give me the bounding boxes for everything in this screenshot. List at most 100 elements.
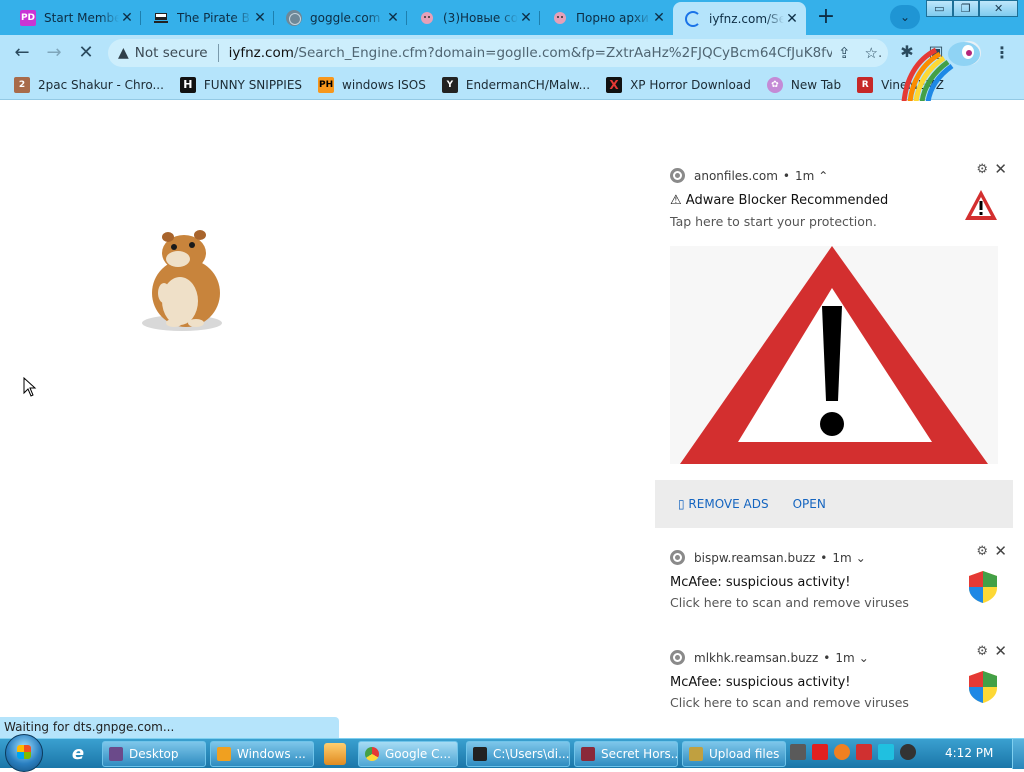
settings-gear-icon[interactable]: ⚙ [976,544,988,559]
close-icon[interactable]: ✕ [994,160,1007,178]
shield-icon [969,671,997,703]
tab-porno-archive[interactable]: Порно архи ✕ [540,3,673,32]
close-icon[interactable]: ✕ [994,542,1007,560]
show-desktop-button[interactable] [1012,739,1024,769]
back-button[interactable]: ← [8,39,36,67]
close-icon[interactable]: ✕ [518,10,534,26]
dancing-hamster-image [142,230,222,331]
bookmark-windows-isos[interactable]: PH windows ISOS [318,77,426,93]
tab-pirate-bay[interactable]: The Pirate B ✕ [141,3,274,32]
monitor-icon[interactable] [878,744,894,760]
chevron-down-icon[interactable]: ⌄ [859,651,869,665]
taskbar-item-label: C:\Users\di... [493,747,570,761]
system-tray [790,744,916,760]
notification-body: Click here to scan and remove viruses [670,695,909,710]
chrome-icon [365,747,379,761]
loading-spinner-icon [685,10,701,27]
taskbar-item-label: Desktop [129,747,179,761]
notification-source: bispw.reamsan.buzz [694,550,816,565]
bookmark-new-tab[interactable]: ✿ New Tab [766,77,842,93]
taskbar-item-desktop[interactable]: Desktop [102,741,206,767]
tab-start-members[interactable]: PD Start Membe ✕ [8,3,141,32]
chevron-down-icon[interactable]: ⌄ [856,551,866,565]
chrome-icon [670,550,685,565]
close-icon[interactable]: ✕ [119,10,135,26]
bookmark-2pac[interactable]: 2 2pac Shakur - Chro... [14,77,164,93]
bookmark-star-icon[interactable]: ☆ [865,44,878,62]
horse-icon [581,747,595,761]
notification-header: anonfiles.com • 1m ⌃ [670,168,828,183]
settings-gear-icon[interactable]: ⚙ [976,162,988,177]
taskbar-item-7zip[interactable]: C:\Users\di... [466,741,570,767]
bookmark-endermanch[interactable]: Y EndermanCH/Malw... [441,77,591,93]
notification-card[interactable]: mlkhk.reamsan.buzz • 1m ⌄ ⚙ ✕ McAfee: su… [655,638,1013,718]
clock[interactable]: 4:12 PM [945,746,993,760]
taskbar-item-windows[interactable]: Windows ... [210,741,314,767]
browser-toolbar: ← → ✕ ▲ Not secure iyfnz.com/Search_Engi… [0,35,1024,71]
close-icon[interactable]: ✕ [784,11,800,27]
bookmark-label: New Tab [790,78,842,92]
app-launcher-icon[interactable] [324,743,346,765]
bookmark-label: FUNNY SNIPPIES [203,78,303,92]
mouse-cursor-icon [23,377,37,397]
notification-card[interactable]: anonfiles.com • 1m ⌃ ⚙ ✕ ⚠ Adware Blocke… [655,156,1013,586]
tab-novye[interactable]: (3)Новые со ✕ [407,3,540,32]
close-icon[interactable]: ✕ [994,642,1007,660]
notification-header: mlkhk.reamsan.buzz • 1m ⌄ [670,650,869,665]
notification-title: McAfee: suspicious activity! [670,675,851,690]
desktop-icon [109,747,123,761]
v-icon[interactable] [812,744,828,760]
close-icon[interactable]: ✕ [252,10,268,26]
taskbar-item-label: Upload files [709,747,780,761]
start-button[interactable] [5,734,43,772]
remove-ads-button[interactable]: ▯ REMOVE ADS [678,497,769,511]
menu-icon[interactable]: ⋮ [992,41,1012,65]
vine-logo-icon: R [857,77,874,93]
network-icon[interactable] [790,744,806,760]
windows-taskbar: e Desktop Windows ... Google C... C:\Use… [0,734,1024,772]
search-icon[interactable] [834,744,850,760]
notification-actions: ▯ REMOVE ADS OPEN [655,480,1013,528]
volume-icon[interactable] [900,744,916,760]
settings-gear-icon[interactable]: ⚙ [976,644,988,659]
taskbar-item-secret-horse[interactable]: Secret Hors... [574,741,678,767]
notification-image [670,246,998,464]
security-status[interactable]: Not secure [135,45,208,61]
notification-body: Click here to scan and remove viruses [670,595,909,610]
divider [217,44,219,62]
close-icon[interactable]: ✕ [651,10,667,26]
internet-explorer-icon[interactable]: e [66,743,90,765]
share-icon[interactable]: ⇪ [838,44,851,62]
tab-search-button[interactable]: ⌄ [890,5,920,29]
window-controls: ▭ ❐ ✕ [926,0,1019,18]
close-icon[interactable]: ✕ [385,10,401,26]
new-tab-button[interactable]: + [812,4,840,30]
minimize-button[interactable]: ▭ [926,0,953,17]
bookmark-xp-horror[interactable]: X XP Horror Download [606,77,751,93]
pig-icon [419,10,435,26]
shield-icon [969,571,997,603]
chevron-up-icon[interactable]: ⌃ [818,169,828,183]
tab-goggle[interactable]: goggle.com ✕ [274,3,407,32]
open-button[interactable]: OPEN [793,497,826,511]
ph-logo-icon: PH [318,77,335,93]
warning-icon[interactable]: ▲ [118,45,129,61]
chrome-icon [670,168,685,183]
globe-icon [286,9,302,26]
maximize-button[interactable]: ❐ [952,0,980,17]
bookmark-label: 2pac Shakur - Chro... [38,78,164,92]
bookmark-label: XP Horror Download [630,78,751,92]
bookmark-label: EndermanCH/Malw... [465,78,591,92]
notification-card[interactable]: bispw.reamsan.buzz • 1m ⌄ ⚙ ✕ McAfee: su… [655,538,1013,628]
address-bar[interactable]: ▲ Not secure iyfnz.com/Search_Engine.cfm… [108,39,888,67]
bookmark-funny-snippies[interactable]: H FUNNY SNIPPIES [179,77,303,93]
close-window-button[interactable]: ✕ [979,0,1019,17]
forward-button[interactable]: → [40,39,68,67]
stop-loading-button[interactable]: ✕ [72,39,100,67]
taskbar-item-google-chrome[interactable]: Google C... [358,741,458,767]
tab-iyfnz-active[interactable]: iyfnz.com/Se ✕ [673,2,806,35]
omnibox-actions: ⇪ ☆ [831,39,878,67]
flag-icon[interactable] [856,744,872,760]
taskbar-item-upload-files[interactable]: Upload files [682,741,786,767]
tab-title: Start Membe [44,10,119,25]
